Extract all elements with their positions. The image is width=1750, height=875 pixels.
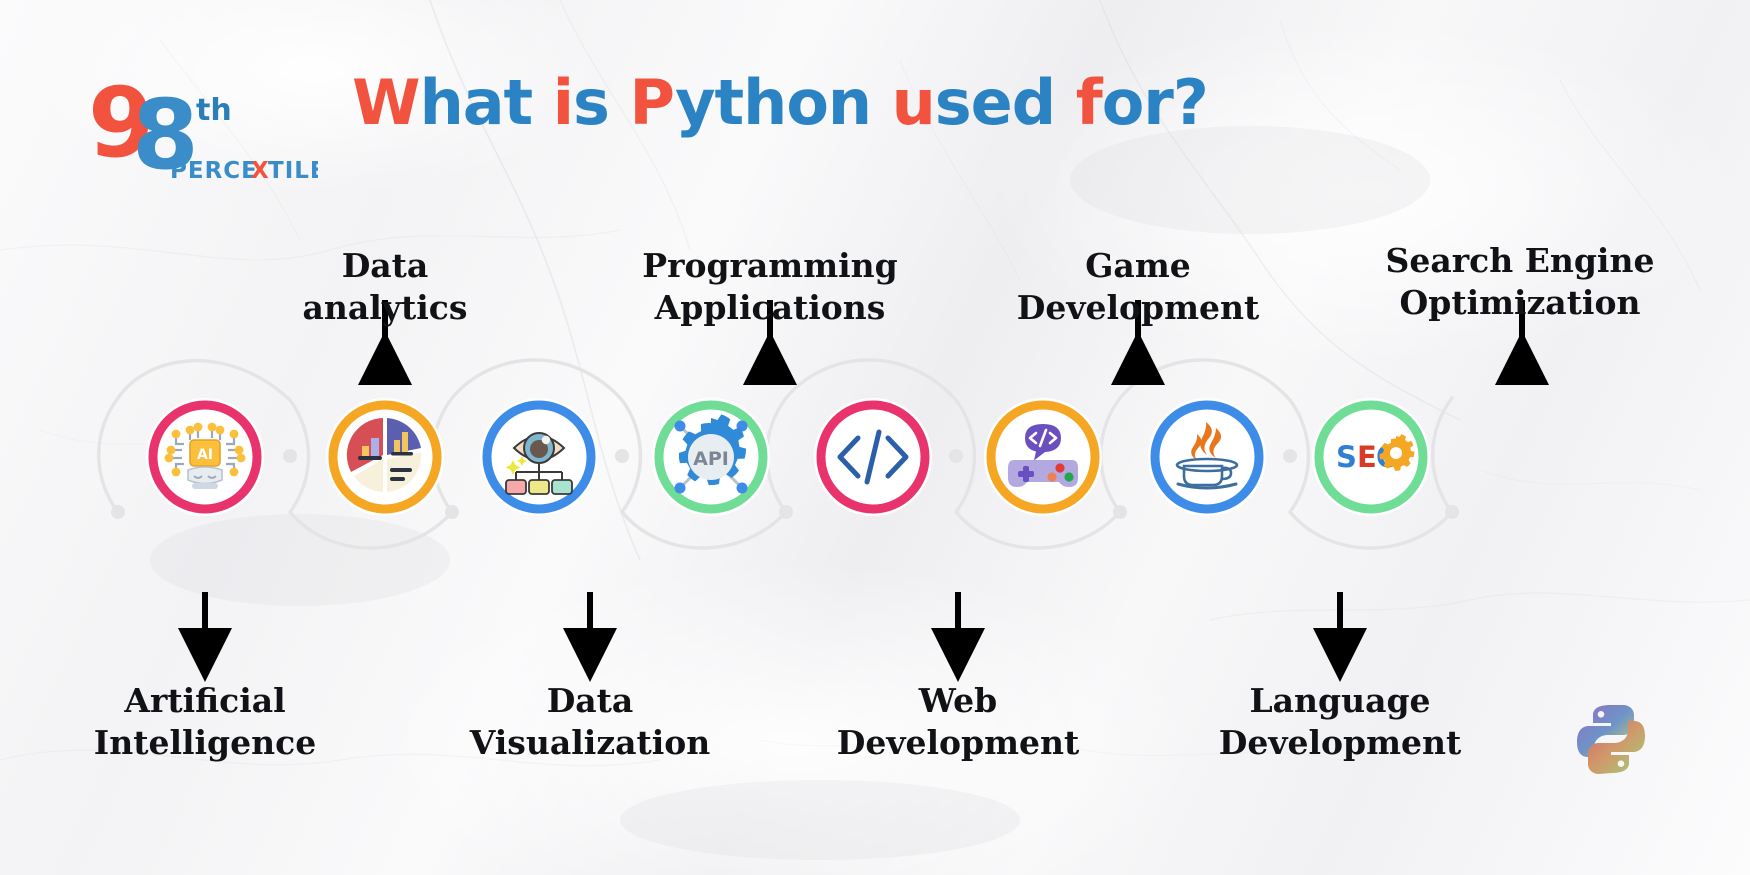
node-search-engine-optimization[interactable]: S E O	[1312, 398, 1430, 516]
label-language-development: Language Development	[1218, 681, 1462, 762]
node-programming-applications[interactable]: API	[652, 398, 770, 516]
node-artificial-intelligence[interactable]: AI	[146, 398, 264, 516]
ring-language-development	[1150, 400, 1264, 514]
svg-text:AI: AI	[197, 447, 213, 463]
label-data-visualization: Data Visualization	[469, 681, 711, 762]
svg-text:E: E	[1357, 440, 1377, 474]
node-data-visualization[interactable]	[480, 398, 598, 516]
label-data-analytics: Data analytics	[302, 246, 468, 327]
label-web-development: Web Development	[836, 681, 1080, 762]
label-game-development: Game Development	[1016, 246, 1260, 327]
node-data-analytics[interactable]	[326, 398, 444, 516]
node-game-development[interactable]	[984, 398, 1102, 516]
label-search-engine-optimization: Search Engine Optimization	[1385, 241, 1655, 322]
infographic-canvas: 9 8 th PERCE X TILE What is Python used …	[0, 0, 1750, 875]
node-language-development[interactable]	[1148, 398, 1266, 516]
api-label: API	[693, 448, 729, 470]
svg-text:S: S	[1336, 440, 1357, 474]
python-logo-icon	[1572, 700, 1650, 778]
label-programming-applications: Programming Applications	[642, 246, 898, 327]
ring-game-development	[986, 400, 1100, 514]
node-web-development[interactable]	[814, 398, 932, 516]
label-artificial-intelligence: Artificial Intelligence	[93, 681, 317, 762]
